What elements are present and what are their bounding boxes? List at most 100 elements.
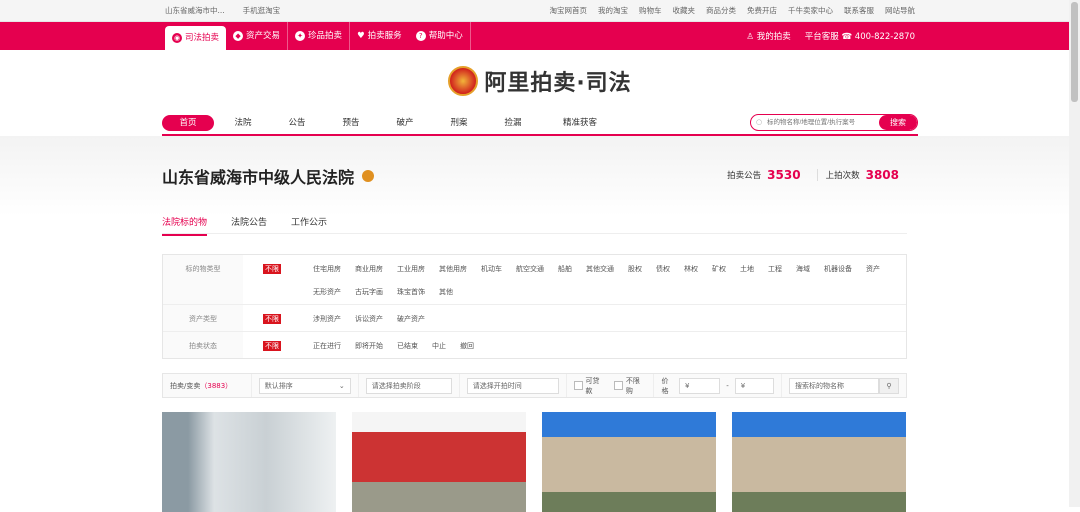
filter-option[interactable]: 船舶 [558,263,572,275]
time-cell: 请选择开拍时间 [460,374,567,397]
nav-preview[interactable]: 预告 [324,115,378,131]
search-bar: ○ 搜索 [750,114,918,131]
filter-option[interactable]: 债权 [656,263,670,275]
top-link[interactable]: 淘宝网首页 [550,5,588,16]
filter-option[interactable]: 珠宝首饰 [397,286,425,298]
top-link[interactable]: 免费开店 [747,5,777,16]
all-badge: 不限 [263,314,281,324]
filter-option[interactable]: 工程 [768,263,782,275]
user-icon: ♙ [746,32,755,42]
filter-option[interactable]: 已结束 [397,340,418,352]
item-image[interactable] [732,412,906,512]
loan-checkbox[interactable] [573,381,583,390]
filter-option[interactable]: 正在进行 [313,340,341,352]
sort-cell: 默认排序 ⌄ [252,374,359,397]
filter-option[interactable]: 其他 [439,286,453,298]
filter-option[interactable]: 中止 [432,340,446,352]
filter-options: 正在进行 即将开始 已结束 中止 撤回 [313,332,906,358]
nav-precise[interactable]: 精准获客 [540,115,620,131]
site-logo[interactable]: 阿里拍卖·司法 [0,50,1080,112]
filter-label: 标的物类型 [163,255,243,304]
chevron-down-icon: ⌄ [338,381,345,390]
price-cell: 价格 ¥ - ¥ [654,374,782,397]
filter-option[interactable]: 土地 [740,263,754,275]
nav-bankruptcy[interactable]: 破产 [378,115,432,131]
filter-option[interactable]: 即将开始 [355,340,383,352]
nav-home[interactable]: 首页 [162,115,214,131]
nolimit-checkbox[interactable] [614,381,623,390]
filter-all[interactable]: 不限 [263,255,283,304]
nav-label: 珍品拍卖 [308,31,343,41]
filter-option[interactable]: 涉刑资产 [313,313,341,325]
nav-service[interactable]: ♥ 拍卖服务 [350,22,409,50]
search-input[interactable] [751,115,879,130]
filter-all[interactable]: 不限 [263,332,283,358]
scrollbar-thumb[interactable] [1071,2,1078,102]
time-input[interactable]: 请选择开拍时间 [466,377,559,394]
filter-option[interactable]: 无形资产 [313,286,341,298]
filter-option[interactable]: 工业用房 [397,263,425,275]
my-label: 我的拍卖 [756,32,791,42]
sort-value: 默认排序 [264,381,293,390]
filter-row: 资产类型 不限 涉刑资产 诉讼资产 破产资产 [163,305,906,332]
filter-option[interactable]: 海域 [796,263,810,275]
nav-treasure[interactable]: ✦ 珍品拍卖 [288,22,351,50]
stage-select[interactable]: 请选择拍卖阶段 [365,377,452,394]
location-selector[interactable]: 山东省威海市中... [165,5,225,16]
filter-options: 涉刑资产 诉讼资产 破产资产 [313,305,906,331]
filter-option[interactable]: 住宅用房 [313,263,341,275]
nav-judicial[interactable]: ◉ 司法拍卖 [165,26,227,50]
filter-all[interactable]: 不限 [263,305,283,331]
price-max-input[interactable]: ¥ [734,377,774,394]
phone-number: 400-822-2870 [854,32,915,42]
top-bar: 山东省威海市中... 手机逛淘宝 淘宝网首页 我的淘宝 购物车 收藏夹 商品分类 … [0,0,1080,22]
item-image[interactable] [352,412,526,512]
mobile-link[interactable]: 手机逛淘宝 [243,5,281,16]
customer-service[interactable]: 平台客服 ☎ 400-822-2870 [805,30,915,42]
search-icon: ○ [756,118,763,126]
nav-label: 资产交易 [246,31,281,41]
all-badge: 不限 [263,341,281,351]
filter-option[interactable]: 机动车 [481,263,502,275]
my-auction-link[interactable]: ♙ 我的拍卖 [746,30,790,42]
search-button[interactable]: 搜索 [879,115,917,130]
sort-select[interactable]: 默认排序 ⌄ [258,377,351,394]
filter-option[interactable]: 航空交通 [516,263,544,275]
top-link[interactable]: 收藏夹 [673,5,696,16]
filter-option[interactable]: 古玩字画 [355,286,383,298]
nav-assets[interactable]: ◆ 资产交易 [226,22,289,50]
top-link[interactable]: 千牛卖家中心 [788,5,833,16]
nav-bargain[interactable]: 捡漏 [486,115,540,131]
top-link[interactable]: 联系客服 [844,5,874,16]
filter-option[interactable]: 其他用房 [439,263,467,275]
court-name: 山东省威海市中级人民法院 [162,168,355,187]
item-image[interactable] [542,412,716,512]
search-icon[interactable]: ⚲ [879,377,899,394]
filter-option[interactable]: 资产 [866,263,880,275]
nav-criminal[interactable]: 刑案 [432,115,486,131]
filter-option[interactable]: 其他交通 [586,263,614,275]
filter-option[interactable]: 林权 [684,263,698,275]
filter-option[interactable]: 破产资产 [397,313,425,325]
nav-notice[interactable]: 公告 [270,115,324,131]
nav-court[interactable]: 法院 [216,115,270,131]
name-search-input[interactable]: 搜索标的物名称 [789,377,879,394]
scrollbar[interactable] [1069,0,1080,507]
top-link[interactable]: 网站导航 [885,5,915,16]
price-min-input[interactable]: ¥ [679,377,721,394]
top-link[interactable]: 我的淘宝 [598,5,628,16]
count-value: （3883） [200,381,233,390]
nav-help[interactable]: ? 帮助中心 [409,22,471,50]
filter-option[interactable]: 股权 [628,263,642,275]
filter-option[interactable]: 诉讼资产 [355,313,383,325]
nav-label: 帮助中心 [428,31,463,41]
filter-option[interactable]: 矿权 [712,263,726,275]
filter-option[interactable]: 商业用房 [355,263,383,275]
emblem-icon: ◉ [172,33,182,43]
top-link[interactable]: 购物车 [639,5,662,16]
item-image[interactable] [162,412,336,512]
filter-option[interactable]: 撤回 [460,340,474,352]
filter-options: 住宅用房 商业用房 工业用房 其他用房 机动车 航空交通 船舶 其他交通 股权 债权 林权 矿权 土地 工… [313,255,906,304]
filter-option[interactable]: 机器设备 [824,263,852,275]
top-link[interactable]: 商品分类 [706,5,736,16]
